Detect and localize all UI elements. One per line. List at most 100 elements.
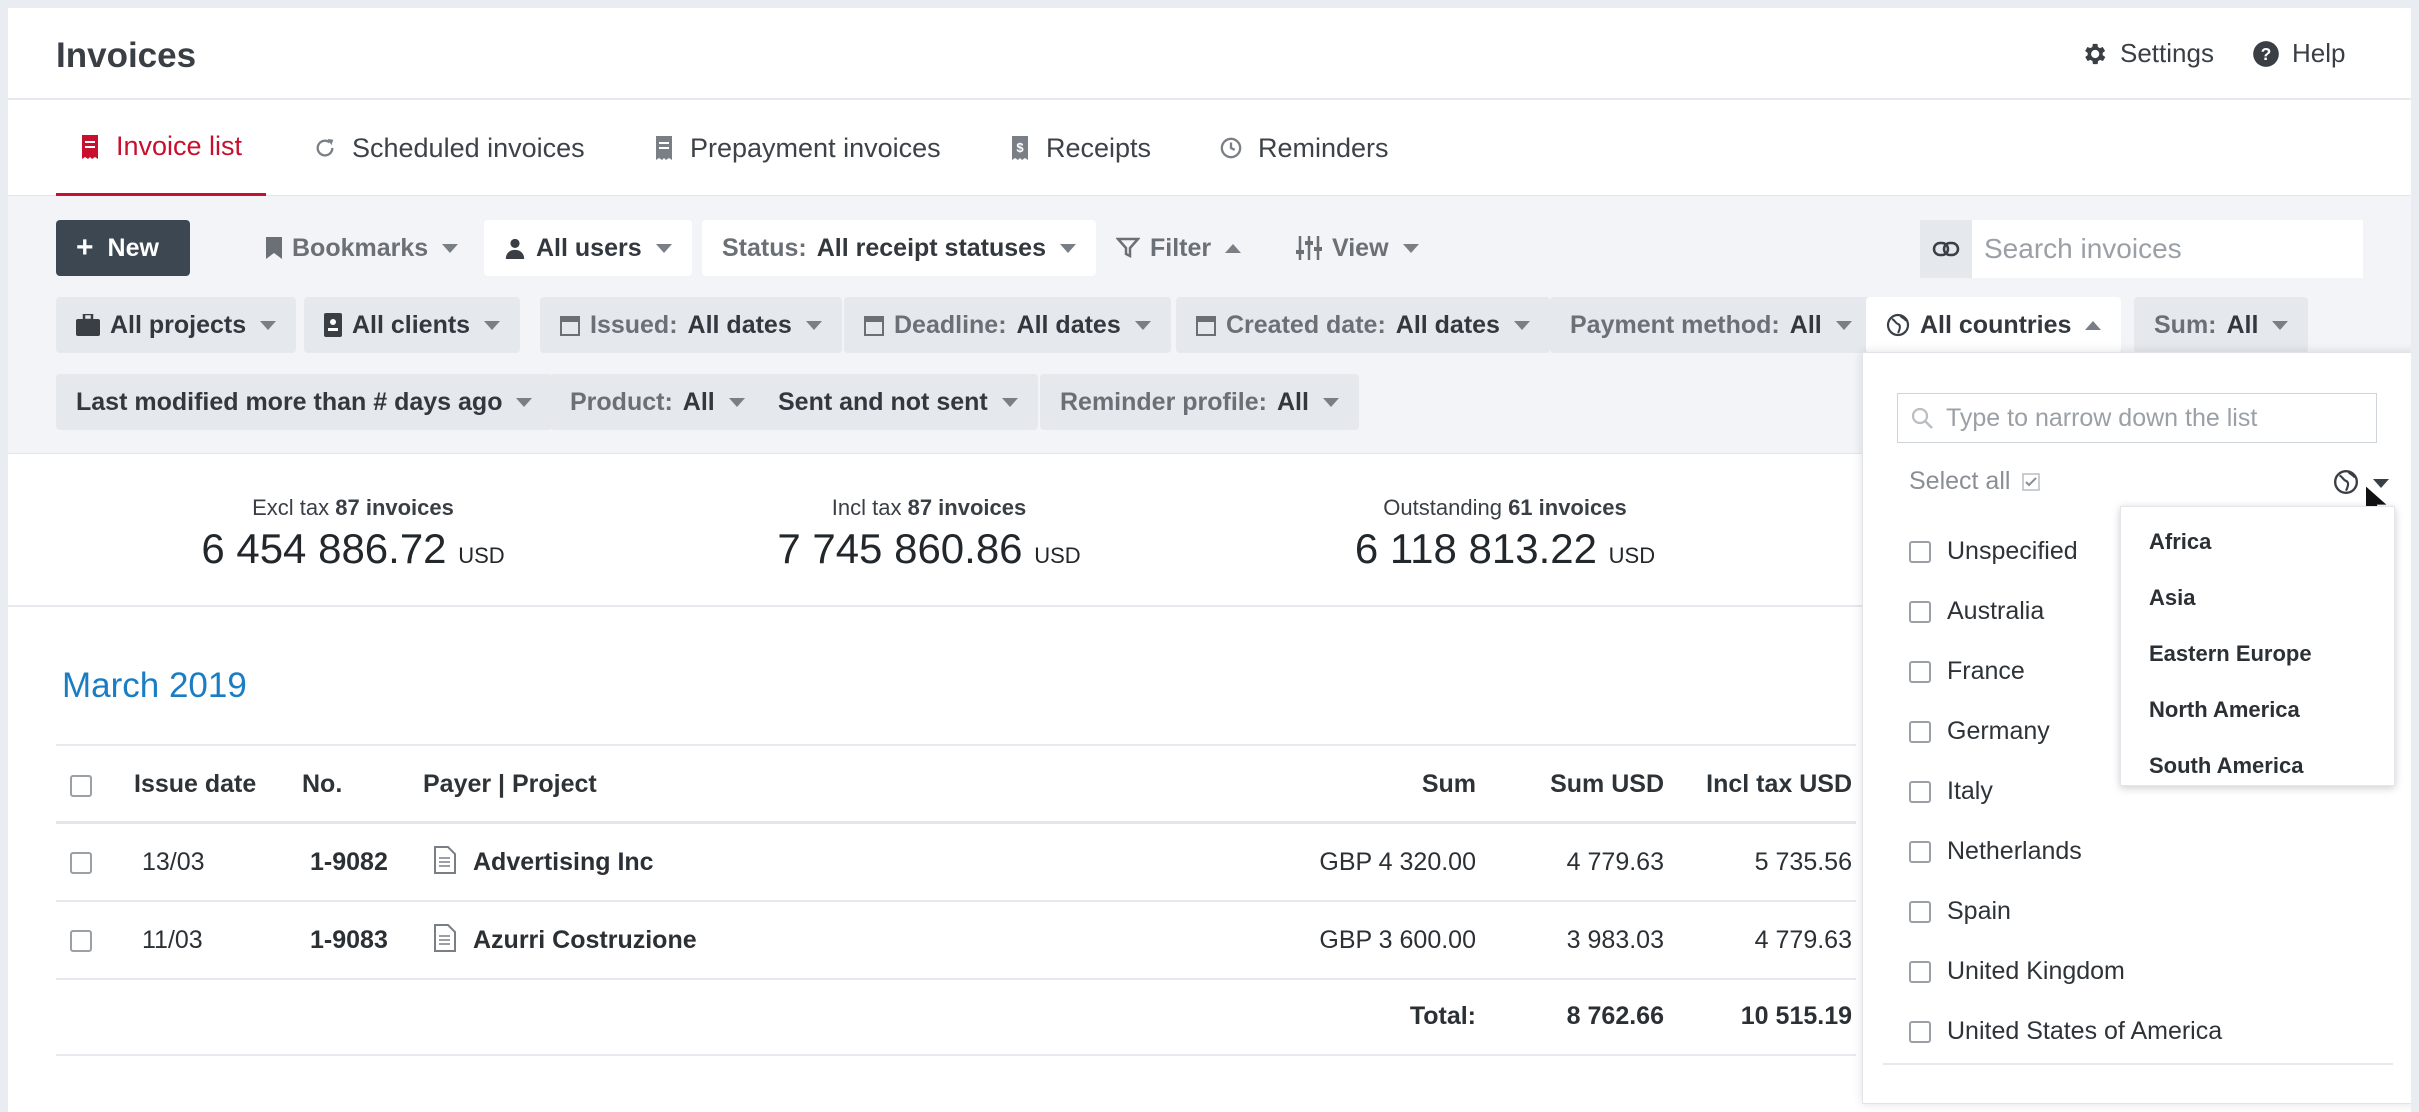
countries-value: All countries — [1920, 310, 2072, 339]
bookmarks-label: Bookmarks — [292, 233, 429, 262]
country-option[interactable]: Germany — [1909, 717, 2050, 746]
col-sum[interactable]: Sum — [1356, 770, 1476, 799]
country-checkbox[interactable] — [1909, 600, 1931, 623]
country-option[interactable]: United States of America — [1909, 1017, 2222, 1046]
summary-caption: Excl tax — [252, 495, 330, 520]
select-all-label: Select all — [1909, 467, 2011, 495]
country-label: Unspecified — [1947, 537, 2078, 565]
sent-dropdown[interactable]: Sent and not sent — [758, 374, 1038, 430]
payment-method-dropdown[interactable]: Payment method: All — [1550, 297, 1872, 353]
region-option[interactable]: Eastern Europe — [2149, 641, 2312, 667]
row-payer[interactable]: Azurri Costruzione — [473, 926, 697, 955]
issued-value: All dates — [687, 310, 792, 339]
tab-invoice-list[interactable]: Invoice list — [56, 100, 267, 196]
tab-receipts[interactable]: $ Receipts — [1010, 100, 1151, 196]
bookmarks-dropdown[interactable]: Bookmarks — [246, 220, 478, 276]
country-checkbox[interactable] — [1909, 960, 1931, 983]
row-checkbox[interactable] — [70, 930, 92, 952]
country-checkbox[interactable] — [1909, 660, 1931, 683]
caret-up-icon — [2085, 320, 2102, 330]
reminder-profile-dropdown[interactable]: Reminder profile: All — [1040, 374, 1359, 430]
col-no[interactable]: No. — [302, 770, 342, 799]
search-input[interactable] — [1972, 220, 2363, 278]
country-option[interactable]: Spain — [1909, 897, 2011, 926]
users-value: All users — [536, 233, 642, 262]
refresh-icon — [316, 138, 334, 157]
link-button[interactable] — [1920, 220, 1972, 278]
row-invoice-no[interactable]: 1-9082 — [310, 848, 388, 877]
new-button[interactable]: + New — [56, 220, 190, 276]
user-icon — [505, 238, 525, 259]
col-incl-tax-usd[interactable]: Incl tax USD — [1676, 770, 1852, 799]
clients-dropdown[interactable]: All clients — [304, 297, 521, 353]
sum-value: All — [2226, 310, 2259, 339]
issued-dropdown[interactable]: Issued: All dates — [540, 297, 842, 353]
globe-icon[interactable] — [2333, 469, 2359, 495]
created-date-dropdown[interactable]: Created date: All dates — [1176, 297, 1550, 353]
row-checkbox[interactable] — [70, 852, 92, 874]
tab-scheduled-invoices[interactable]: Scheduled invoices — [314, 100, 585, 196]
country-option[interactable]: Australia — [1909, 597, 2044, 626]
country-option[interactable]: France — [1909, 657, 2025, 686]
tab-label: Prepayment invoices — [690, 132, 941, 163]
filter-toggle[interactable]: Filter — [1096, 220, 1261, 276]
country-label: France — [1947, 657, 2025, 685]
view-dropdown[interactable]: View — [1276, 220, 1439, 276]
country-label: Germany — [1947, 717, 2050, 745]
region-option[interactable]: Asia — [2149, 585, 2195, 611]
deadline-value: All dates — [1016, 310, 1121, 339]
new-label: New — [107, 233, 159, 262]
settings-label: Settings — [2120, 38, 2214, 68]
country-option[interactable]: United Kingdom — [1909, 957, 2125, 986]
help-link[interactable]: ? Help — [2252, 38, 2345, 69]
country-filter-input[interactable] — [1944, 402, 2376, 434]
last-modified-dropdown[interactable]: Last modified more than # days ago — [56, 374, 553, 430]
country-option[interactable]: Netherlands — [1909, 837, 2082, 866]
help-icon: ? — [2253, 40, 2279, 67]
search-icon — [1911, 407, 1933, 429]
country-checkbox[interactable] — [1909, 840, 1931, 863]
sum-dropdown[interactable]: Sum: All — [2134, 297, 2309, 353]
region-option[interactable]: Africa — [2149, 529, 2211, 555]
status-dropdown[interactable]: Status: All receipt statuses — [702, 220, 1096, 276]
product-value: All — [682, 387, 715, 416]
tab-prepayment-invoices[interactable]: Prepayment invoices — [654, 100, 941, 196]
col-sum-usd[interactable]: Sum USD — [1496, 770, 1664, 799]
summary-count: 61 invoices — [1508, 495, 1627, 520]
region-option[interactable]: North America — [2149, 697, 2300, 723]
select-all[interactable]: Select all — [1909, 467, 2041, 496]
projects-dropdown[interactable]: All projects — [56, 297, 297, 353]
tab-reminders[interactable]: Reminders — [1220, 100, 1389, 196]
row-invoice-no[interactable]: 1-9083 — [310, 926, 388, 955]
calendar-icon — [560, 316, 580, 336]
country-checkbox[interactable] — [1909, 720, 1931, 743]
settings-link[interactable]: Settings — [2080, 38, 2214, 69]
row-date: 11/03 — [142, 926, 203, 954]
countries-dropdown[interactable]: All countries — [1866, 297, 2122, 353]
col-issue-date[interactable]: Issue date — [134, 770, 256, 799]
product-dropdown[interactable]: Product: All — [550, 374, 765, 430]
table-row[interactable]: 11/03 1-9083 Azurri Costruzione GBP 3 60… — [56, 902, 1856, 980]
country-option[interactable]: Italy — [1909, 777, 1993, 806]
deadline-dropdown[interactable]: Deadline: All dates — [844, 297, 1171, 353]
country-checkbox[interactable] — [1909, 540, 1931, 563]
col-payer-project[interactable]: Payer | Project — [423, 770, 597, 799]
region-menu: Africa Asia Eastern Europe North America… — [2120, 506, 2395, 786]
users-dropdown[interactable]: All users — [484, 220, 692, 276]
month-heading[interactable]: March 2019 — [62, 666, 247, 706]
link-icon — [1932, 241, 1960, 257]
tab-bar: Invoice list Scheduled invoices Prepayme… — [8, 100, 2411, 196]
clock-icon — [1220, 137, 1242, 159]
country-checkbox[interactable] — [1909, 780, 1931, 803]
sent-value: Sent and not sent — [778, 387, 988, 416]
country-checkbox[interactable] — [1909, 1020, 1931, 1043]
row-payer[interactable]: Advertising Inc — [473, 848, 654, 877]
table-row[interactable]: 13/03 1-9082 Advertising Inc GBP 4 320.0… — [56, 824, 1856, 902]
globe-icon — [1886, 313, 1910, 337]
country-option[interactable]: Unspecified — [1909, 537, 2078, 566]
region-option[interactable]: South America — [2149, 753, 2303, 779]
country-checkbox[interactable] — [1909, 900, 1931, 923]
select-all-rows-checkbox[interactable] — [70, 775, 92, 797]
document-icon — [434, 924, 456, 952]
svg-text:$: $ — [1016, 140, 1024, 155]
